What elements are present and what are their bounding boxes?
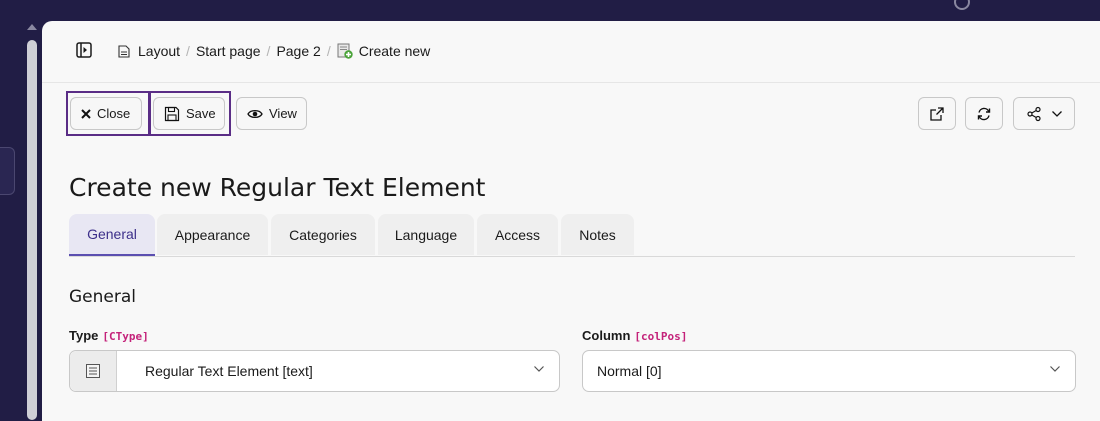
tab-general[interactable]: General bbox=[69, 214, 155, 256]
user-menu-icon[interactable] bbox=[954, 0, 970, 10]
select-addon bbox=[70, 351, 117, 391]
save-button-label: Save bbox=[186, 106, 216, 121]
page-icon bbox=[118, 44, 130, 58]
share-icon bbox=[1026, 106, 1041, 121]
tab-notes[interactable]: Notes bbox=[561, 214, 634, 255]
type-select-value: Regular Text Element [text] bbox=[145, 363, 313, 379]
breadcrumb-separator: / bbox=[266, 43, 271, 59]
save-button[interactable]: Save bbox=[153, 97, 225, 130]
column-label-text: Column bbox=[582, 328, 631, 343]
type-select[interactable]: Regular Text Element [text] bbox=[69, 350, 560, 392]
close-icon bbox=[81, 108, 91, 119]
content-panel: Layout / Start page / Page 2 / Create ne… bbox=[42, 21, 1100, 421]
share-dropdown-button[interactable] bbox=[1013, 97, 1075, 130]
breadcrumb-separator: / bbox=[326, 43, 331, 59]
breadcrumb-item-layout[interactable]: Layout bbox=[138, 43, 180, 59]
tab-categories[interactable]: Categories bbox=[271, 214, 375, 255]
breadcrumb-current: Create new bbox=[358, 43, 431, 59]
rail-toggle-handle[interactable] bbox=[0, 147, 15, 195]
close-button[interactable]: Close bbox=[70, 97, 142, 130]
eye-icon bbox=[247, 108, 263, 120]
column-field-label: Column [colPos] bbox=[582, 328, 687, 343]
left-rail bbox=[0, 0, 42, 420]
breadcrumb-item-start-page[interactable]: Start page bbox=[196, 43, 261, 59]
chevron-down-icon bbox=[1050, 366, 1060, 372]
type-label-text: Type bbox=[69, 328, 99, 343]
type-field-label: Type [CType] bbox=[69, 328, 149, 343]
breadcrumb-separator: / bbox=[186, 43, 190, 59]
chevron-down-icon bbox=[1051, 110, 1062, 117]
floppy-disk-icon bbox=[164, 106, 180, 122]
refresh-icon bbox=[977, 107, 991, 120]
section-title: General bbox=[69, 287, 136, 307]
text-element-icon bbox=[86, 364, 100, 378]
column-select[interactable]: Normal [0] bbox=[582, 350, 1076, 392]
tab-language[interactable]: Language bbox=[378, 214, 474, 255]
breadcrumb-item-page-2[interactable]: Page 2 bbox=[276, 43, 320, 59]
open-new-window-button[interactable] bbox=[918, 97, 956, 130]
external-link-icon bbox=[930, 106, 944, 121]
new-content-element-icon bbox=[337, 43, 353, 59]
column-field-key: [colPos] bbox=[634, 330, 688, 343]
view-button[interactable]: View bbox=[236, 97, 307, 130]
breadcrumb: Layout / Start page / Page 2 / Create ne… bbox=[118, 43, 430, 59]
tab-appearance[interactable]: Appearance bbox=[157, 214, 268, 255]
column-select-value: Normal [0] bbox=[597, 363, 662, 379]
sidebar-toggle-icon[interactable] bbox=[76, 42, 92, 58]
close-button-label: Close bbox=[97, 106, 131, 121]
view-button-label: View bbox=[269, 106, 297, 121]
chevron-down-icon bbox=[534, 366, 544, 372]
module-docheader: Layout / Start page / Page 2 / Create ne… bbox=[42, 21, 1100, 83]
reload-button[interactable] bbox=[965, 97, 1003, 130]
tab-bar: General Appearance Categories Language A… bbox=[69, 214, 1075, 257]
tab-access[interactable]: Access bbox=[477, 214, 558, 255]
page-title: Create new Regular Text Element bbox=[69, 173, 486, 202]
type-field-key: [CType] bbox=[102, 330, 149, 343]
scrollbar-thumb[interactable] bbox=[27, 40, 37, 420]
scroll-up-arrow-icon[interactable] bbox=[27, 24, 37, 30]
